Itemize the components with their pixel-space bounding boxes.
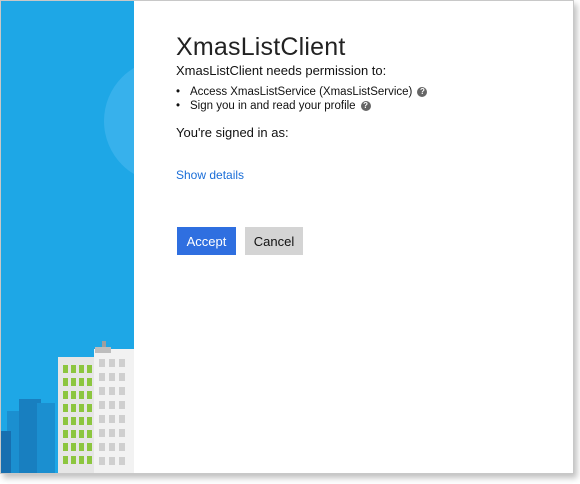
- side-illustration: [1, 1, 134, 473]
- permission-list: • Access XmasListService (XmasListServic…: [176, 85, 428, 113]
- permission-item: • Access XmasListService (XmasListServic…: [176, 85, 428, 99]
- permission-label: Access XmasListService (XmasListService): [190, 86, 413, 98]
- question-circle-icon[interactable]: ?: [417, 87, 428, 97]
- permission-label: Sign you in and read your profile: [190, 100, 356, 112]
- consent-window: XmasListClient XmasListClient needs perm…: [0, 0, 574, 474]
- cancel-button[interactable]: Cancel: [245, 227, 303, 255]
- permission-intro: XmasListClient needs permission to:: [176, 63, 387, 78]
- bullet: •: [176, 86, 181, 98]
- app-title: XmasListClient: [176, 33, 346, 61]
- accept-button[interactable]: Accept: [177, 227, 236, 255]
- signed-in-as-label: You're signed in as:: [176, 125, 289, 140]
- question-circle-icon[interactable]: ?: [360, 101, 371, 111]
- show-details-link[interactable]: Show details: [176, 168, 244, 182]
- permission-item: • Sign you in and read your profile ?: [176, 99, 427, 113]
- city-skyline-illustration: [1, 1, 134, 473]
- bullet: •: [176, 100, 181, 112]
- consent-panel: XmasListClient XmasListClient needs perm…: [134, 1, 573, 473]
